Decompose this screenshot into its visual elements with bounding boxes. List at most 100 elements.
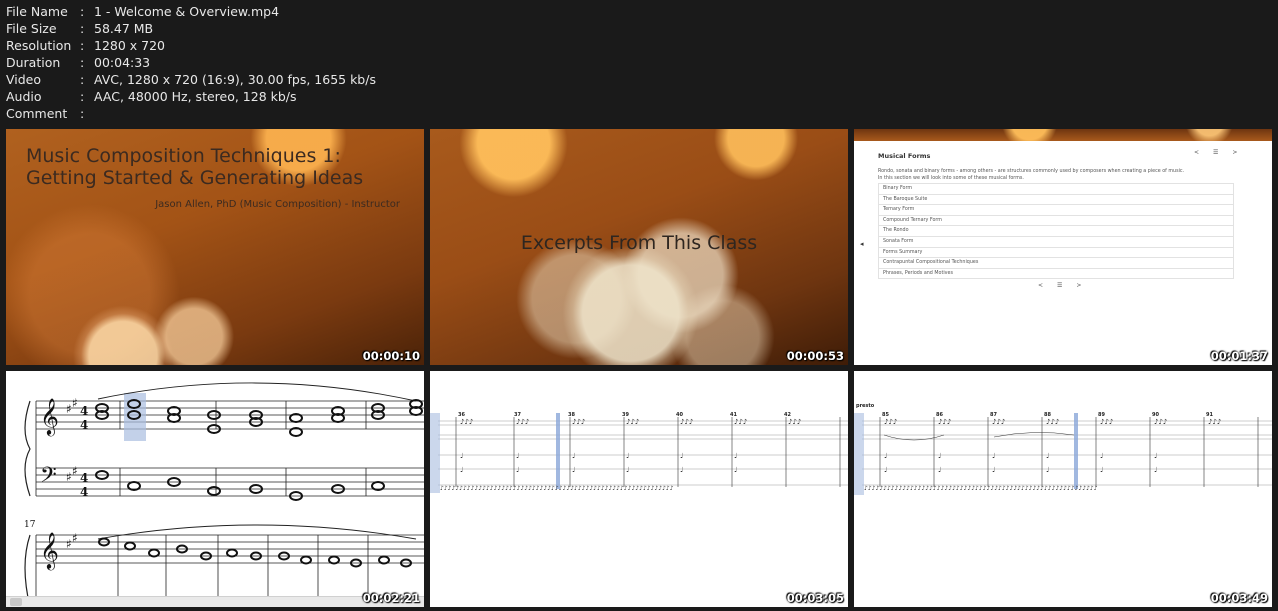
scrollbar-thumb[interactable] bbox=[10, 598, 22, 606]
next-icon[interactable]: > bbox=[1232, 149, 1237, 156]
svg-text:♩: ♩ bbox=[938, 452, 941, 460]
svg-text:♩: ♩ bbox=[884, 452, 887, 460]
svg-text:♩: ♩ bbox=[460, 452, 463, 460]
svg-text:♩: ♩ bbox=[1046, 452, 1049, 460]
timestamp: 00:02:21 bbox=[362, 591, 420, 605]
svg-text:♩: ♩ bbox=[626, 452, 629, 460]
list-item[interactable]: The Rondo bbox=[878, 226, 1234, 237]
svg-text:𝄢: 𝄢 bbox=[40, 463, 57, 493]
svg-text:♪♪♪: ♪♪♪ bbox=[626, 418, 639, 426]
intro-text: Rondo, sonata and binary forms - among o… bbox=[878, 169, 1185, 174]
file-info: File Name:1 - Welcome & Overview.mp4 Fil… bbox=[6, 3, 376, 122]
timestamp: 00:03:05 bbox=[786, 591, 844, 605]
file-info-value: 58.47 MB bbox=[94, 21, 154, 36]
list-item[interactable]: Ternary Form bbox=[878, 205, 1234, 216]
course-title: Music Composition Techniques 1: Getting … bbox=[26, 145, 364, 189]
svg-text:♪♪♪: ♪♪♪ bbox=[734, 418, 747, 426]
svg-text:♩: ♩ bbox=[1154, 466, 1157, 474]
svg-text:♪♪♪: ♪♪♪ bbox=[788, 418, 801, 426]
svg-text:♯: ♯ bbox=[72, 531, 78, 545]
horizontal-scrollbar[interactable] bbox=[6, 596, 424, 607]
svg-text:♩: ♩ bbox=[1154, 452, 1157, 460]
file-info-value: AVC, 1280 x 720 (16:9), 30.00 fps, 1655 … bbox=[94, 72, 376, 87]
svg-text:♩: ♩ bbox=[1100, 452, 1103, 460]
file-info-row: Resolution:1280 x 720 bbox=[6, 38, 166, 53]
thumbnail-piano-score[interactable]: 𝄞 𝄢 𝄞 ♯ ♯ ♯ ♯ ♯ ♯ 4 4 4 4 17 00:02:21 bbox=[6, 371, 424, 607]
svg-text:♩: ♩ bbox=[680, 466, 683, 474]
thumbnail-ensemble-score-1[interactable]: 36 37 38 39 40 41 42 ♪♪♪ ♪♪♪ ♪♪♪ ♪♪♪ ♪♪♪ ♪♪… bbox=[430, 371, 848, 607]
page-nav-bottom: < ☰ > bbox=[1038, 282, 1081, 289]
menu-icon[interactable]: ☰ bbox=[1213, 149, 1218, 156]
list-item[interactable]: Phrases, Periods and Motives bbox=[878, 268, 1234, 280]
svg-text:♪♪♪: ♪♪♪ bbox=[992, 418, 1005, 426]
svg-text:♯: ♯ bbox=[72, 464, 78, 478]
svg-text:♯: ♯ bbox=[72, 396, 78, 410]
file-info-row: File Name:1 - Welcome & Overview.mp4 bbox=[6, 4, 280, 19]
thumbnail-title-card[interactable]: Music Composition Techniques 1: Getting … bbox=[6, 129, 424, 365]
excerpts-caption: Excerpts From This Class bbox=[520, 232, 758, 254]
file-info-label: Duration bbox=[6, 55, 61, 70]
tempo-marking: presto bbox=[856, 403, 875, 409]
file-info-label: Video bbox=[6, 72, 42, 87]
svg-text:4: 4 bbox=[80, 404, 88, 418]
svg-text:♩: ♩ bbox=[572, 466, 575, 474]
svg-text:♩: ♩ bbox=[992, 466, 995, 474]
svg-text:♪♪♪: ♪♪♪ bbox=[680, 418, 693, 426]
list-item[interactable]: Forms Summary bbox=[878, 247, 1234, 259]
forms-list: Binary Form The Baroque Suite Ternary Fo… bbox=[878, 183, 1234, 280]
svg-text:♪♪♪: ♪♪♪ bbox=[1208, 418, 1221, 426]
timestamp: 00:03:49 bbox=[1210, 591, 1268, 605]
list-item[interactable]: Binary Form bbox=[878, 184, 1234, 195]
file-info-label: Audio bbox=[6, 89, 42, 104]
svg-text:♩: ♩ bbox=[884, 466, 887, 474]
list-item[interactable]: Compound Ternary Form bbox=[878, 215, 1234, 227]
svg-text:♪♪♪: ♪♪♪ bbox=[516, 418, 529, 426]
timestamp: 00:00:53 bbox=[786, 349, 844, 363]
course-instructor: Jason Allen, PhD (Music Composition) - I… bbox=[155, 199, 400, 210]
cursor-icon: ◂ bbox=[860, 240, 864, 248]
list-item[interactable]: Contrapuntal Compositional Techniques bbox=[878, 258, 1234, 269]
list-item[interactable]: Sonata Form bbox=[878, 236, 1234, 248]
thumbnail-ensemble-score-2[interactable]: presto 85 86 87 88 89 90 91 ♪♪♪♪♪♪ ♪♪♪ bbox=[854, 371, 1272, 607]
svg-text:♯: ♯ bbox=[66, 470, 72, 484]
svg-text:♪♪♪: ♪♪♪ bbox=[572, 418, 585, 426]
svg-text:♩: ♩ bbox=[572, 452, 575, 460]
file-info-label: File Name bbox=[6, 4, 68, 19]
timestamp: 00:01:37 bbox=[1210, 349, 1268, 363]
file-info-row: Comment: bbox=[6, 106, 85, 121]
svg-text:♩: ♩ bbox=[680, 452, 683, 460]
svg-text:♪♪♪: ♪♪♪ bbox=[1046, 418, 1059, 426]
prev-icon[interactable]: < bbox=[1194, 149, 1199, 156]
page-title: Musical Forms bbox=[878, 152, 931, 160]
piano-score: 𝄞 𝄢 𝄞 ♯ ♯ ♯ ♯ ♯ ♯ 4 4 4 4 17 bbox=[24, 382, 424, 607]
ensemble-score: 36 37 38 39 40 41 42 ♪♪♪ ♪♪♪ ♪♪♪ ♪♪♪ ♪♪♪ ♪♪… bbox=[430, 412, 848, 493]
svg-text:♪♪♪: ♪♪♪ bbox=[1100, 418, 1113, 426]
svg-text:♩: ♩ bbox=[734, 466, 737, 474]
next-icon[interactable]: > bbox=[1076, 282, 1081, 289]
svg-text:♯: ♯ bbox=[66, 537, 72, 551]
svg-text:♩: ♩ bbox=[1100, 466, 1103, 474]
file-info-value: 1280 x 720 bbox=[94, 38, 166, 53]
file-info-value: 1 - Welcome & Overview.mp4 bbox=[94, 4, 280, 19]
svg-text:𝄞: 𝄞 bbox=[40, 397, 59, 436]
file-info-row: Duration:00:04:33 bbox=[6, 55, 151, 70]
svg-text:♩: ♩ bbox=[734, 452, 737, 460]
thumbnail-musical-forms-page[interactable]: Musical Forms < ☰ > Rondo, sonata and bi… bbox=[854, 129, 1272, 365]
thumbnail-excerpts-card[interactable]: Excerpts From This Class 00:00:53 bbox=[430, 129, 848, 365]
svg-text:♪♪♪♪♪♪♪♪♪♪♪♪♪♪♪♪♪♪♪♪♪♪♪♪♪♪♪♪♪♪: ♪♪♪♪♪♪♪♪♪♪♪♪♪♪♪♪♪♪♪♪♪♪♪♪♪♪♪♪♪♪♪♪♪♪♪♪♪♪♪♪… bbox=[864, 485, 1098, 492]
ensemble-score: presto 85 86 87 88 89 90 91 ♪♪♪♪♪♪ ♪♪♪ bbox=[854, 403, 1272, 495]
file-info-label: Resolution bbox=[6, 38, 72, 53]
prev-icon[interactable]: < bbox=[1038, 282, 1043, 289]
svg-text:4: 4 bbox=[80, 418, 88, 432]
menu-icon[interactable]: ☰ bbox=[1057, 282, 1062, 289]
svg-text:♪♪♪: ♪♪♪ bbox=[938, 418, 951, 426]
timestamp: 00:00:10 bbox=[362, 349, 420, 363]
svg-text:♩: ♩ bbox=[516, 466, 519, 474]
file-info-row: Audio: AAC, 48000 Hz, stereo, 128 kb/s bbox=[6, 89, 297, 104]
list-item[interactable]: The Baroque Suite bbox=[878, 194, 1234, 206]
file-info-row: Video: AVC, 1280 x 720 (16:9), 30.00 fps,… bbox=[6, 72, 376, 87]
file-info-label: File Size bbox=[6, 21, 57, 36]
measure-number: 17 bbox=[24, 520, 36, 530]
svg-text:♪♪♪: ♪♪♪ bbox=[884, 418, 897, 426]
file-info-label: Comment bbox=[6, 106, 68, 121]
